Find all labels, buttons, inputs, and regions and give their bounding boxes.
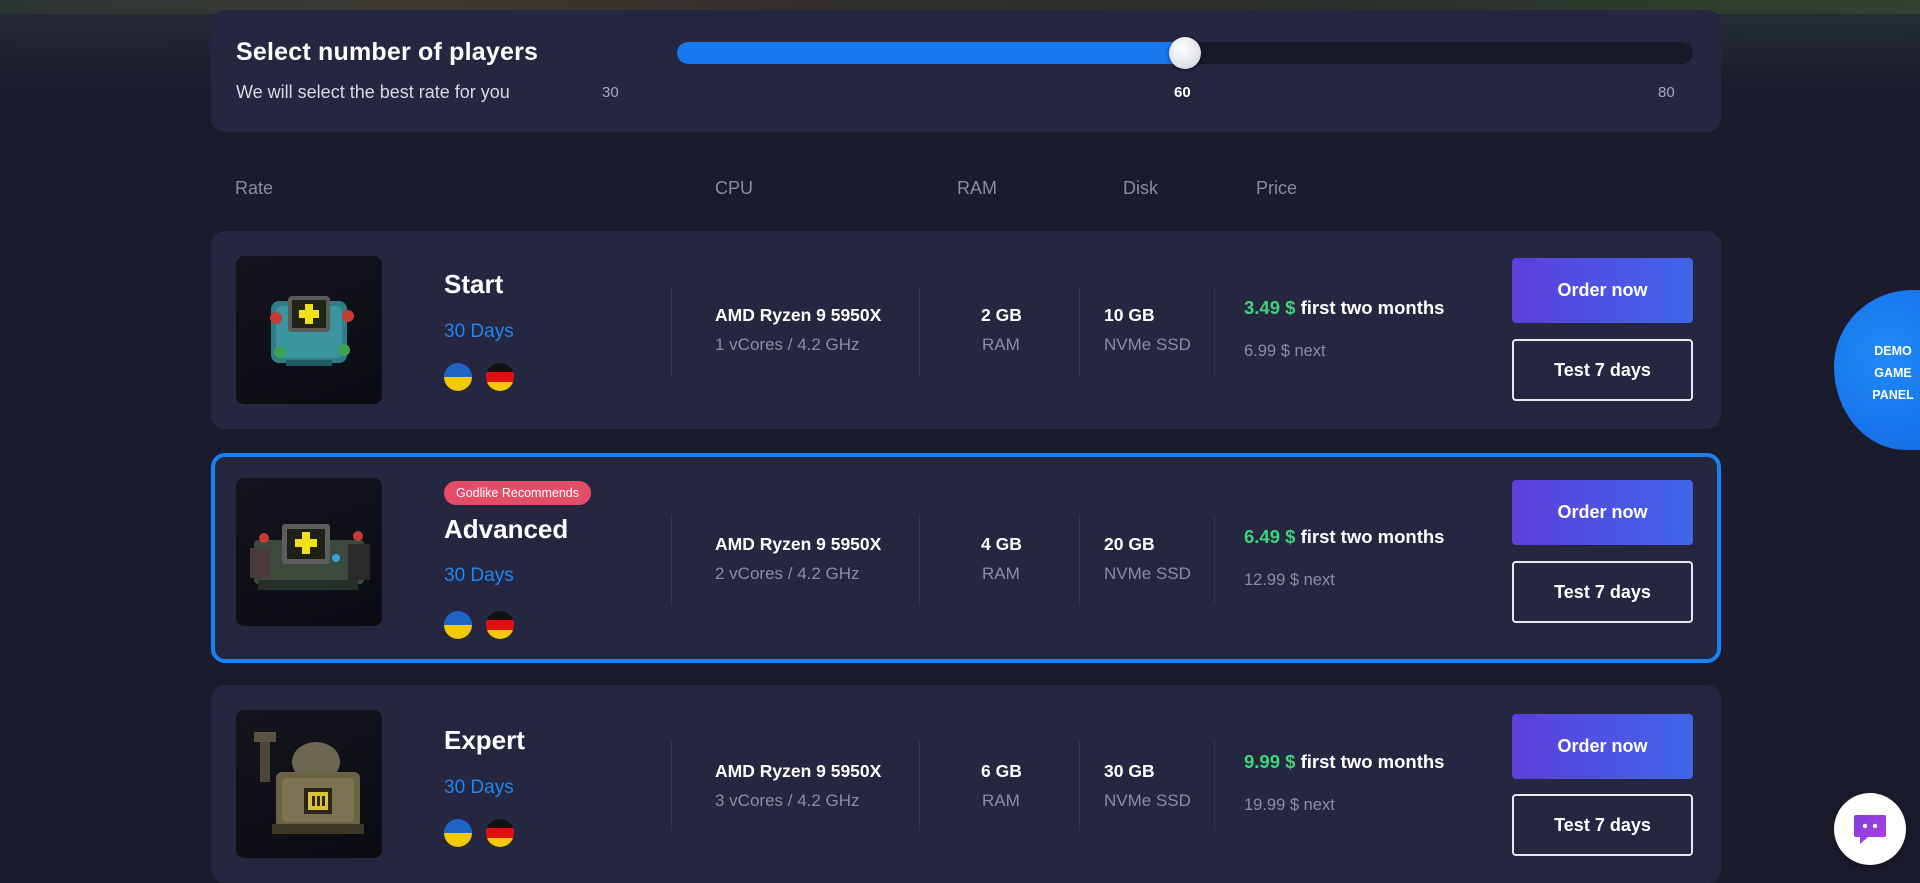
- price-first-months: 6.49 $ first two months: [1244, 526, 1444, 548]
- price-amount: 9.99 $: [1244, 751, 1296, 772]
- cpu-detail: 3 vCores / 4.2 GHz: [715, 791, 860, 810]
- price-next: 12.99 $ next: [1244, 571, 1335, 589]
- cpu-detail: 2 vCores / 4.2 GHz: [715, 564, 860, 583]
- ram-amount: 4 GB: [981, 534, 1022, 554]
- order-now-button[interactable]: Order now: [1512, 258, 1693, 323]
- slider-thumb[interactable]: [1169, 37, 1201, 69]
- plan-card-expert: Expert 30 Days AMD Ryzen 9 5950X 3 vCore…: [211, 685, 1721, 883]
- divider: [919, 740, 920, 830]
- divider: [1079, 286, 1080, 376]
- divider: [671, 515, 672, 605]
- divider: [1079, 740, 1080, 830]
- germany-flag-icon: [486, 819, 514, 847]
- cpu-detail: 1 vCores / 4.2 GHz: [715, 335, 860, 354]
- medkit-machine-icon: [236, 478, 382, 626]
- location-flags: [444, 363, 514, 391]
- slider-current-label: 60: [1174, 84, 1191, 101]
- order-now-button[interactable]: Order now: [1512, 480, 1693, 545]
- player-count-title: Select number of players: [236, 38, 539, 66]
- cpu-model: AMD Ryzen 9 5950X: [715, 534, 882, 554]
- column-header-disk: Disk: [1123, 178, 1158, 198]
- medkit-crate-icon: [236, 256, 382, 404]
- disk-type: NVMe SSD: [1104, 335, 1191, 354]
- order-now-button[interactable]: Order now: [1512, 714, 1693, 779]
- chat-button[interactable]: [1834, 793, 1906, 865]
- disk-type: NVMe SSD: [1104, 564, 1191, 583]
- chat-bubble-icon: [1854, 815, 1886, 844]
- plan-period: 30 Days: [444, 321, 514, 342]
- slider-max-label: 80: [1658, 84, 1675, 101]
- column-header-cpu: CPU: [715, 178, 754, 198]
- divider: [671, 740, 672, 830]
- plan-period: 30 Days: [444, 777, 514, 798]
- test-7-days-button[interactable]: Test 7 days: [1512, 339, 1693, 401]
- price-note: first two months: [1300, 297, 1445, 318]
- ram-label: RAM: [982, 335, 1020, 354]
- demo-label-line2: GAME: [1874, 366, 1912, 380]
- cpu-model: AMD Ryzen 9 5950X: [715, 761, 882, 781]
- column-header-ram: RAM: [957, 178, 997, 198]
- slider-fill: [677, 42, 1185, 64]
- demo-game-panel-label[interactable]: DEMO GAME PANEL: [1868, 340, 1918, 406]
- plan-name: Start: [444, 269, 504, 299]
- plan-name: Expert: [444, 725, 525, 755]
- ram-amount: 2 GB: [981, 305, 1022, 325]
- divider: [1214, 515, 1215, 605]
- price-amount: 3.49 $: [1244, 297, 1296, 318]
- ukraine-flag-icon: [444, 363, 472, 391]
- player-count-panel: Select number of players We will select …: [211, 10, 1721, 132]
- slider-min-label: 30: [602, 84, 619, 101]
- plan-card-advanced: Godlike Recommends Advanced 30 Days AMD …: [211, 453, 1721, 663]
- price-next: 6.99 $ next: [1244, 342, 1326, 360]
- disk-amount: 10 GB: [1104, 305, 1155, 325]
- ukraine-flag-icon: [444, 611, 472, 639]
- price-first-months: 3.49 $ first two months: [1244, 297, 1444, 319]
- ukraine-flag-icon: [444, 819, 472, 847]
- disk-amount: 30 GB: [1104, 761, 1155, 781]
- price-note: first two months: [1300, 526, 1445, 547]
- divider: [1079, 515, 1080, 605]
- plan-name: Advanced: [444, 514, 569, 544]
- cpu-model: AMD Ryzen 9 5950X: [715, 305, 882, 325]
- ram-label: RAM: [982, 791, 1020, 810]
- disk-type: NVMe SSD: [1104, 791, 1191, 810]
- recommended-badge: Godlike Recommends: [444, 481, 591, 505]
- demo-label-line1: DEMO: [1874, 344, 1912, 358]
- divider: [1214, 286, 1215, 376]
- plan-card-start: Start 30 Days AMD Ryzen 9 5950X 1 vCores…: [211, 231, 1721, 429]
- location-flags: [444, 611, 514, 639]
- generator-machine-icon: [236, 710, 382, 858]
- test-7-days-button[interactable]: Test 7 days: [1512, 794, 1693, 856]
- disk-amount: 20 GB: [1104, 534, 1155, 554]
- location-flags: [444, 819, 514, 847]
- column-header-rate: Rate: [235, 178, 274, 198]
- divider: [919, 515, 920, 605]
- germany-flag-icon: [486, 611, 514, 639]
- price-next: 19.99 $ next: [1244, 796, 1335, 814]
- divider: [919, 286, 920, 376]
- price-first-months: 9.99 $ first two months: [1244, 751, 1444, 773]
- ram-amount: 6 GB: [981, 761, 1022, 781]
- price-amount: 6.49 $: [1244, 526, 1296, 547]
- germany-flag-icon: [486, 363, 514, 391]
- test-7-days-button[interactable]: Test 7 days: [1512, 561, 1693, 623]
- divider: [1214, 740, 1215, 830]
- demo-label-line3: PANEL: [1872, 388, 1914, 402]
- plan-period: 30 Days: [444, 565, 514, 586]
- price-note: first two months: [1300, 751, 1445, 772]
- divider: [671, 286, 672, 376]
- player-count-slider[interactable]: [677, 37, 1693, 69]
- column-header-price: Price: [1256, 178, 1298, 198]
- ram-label: RAM: [982, 564, 1020, 583]
- player-count-subtitle: We will select the best rate for you: [236, 82, 510, 102]
